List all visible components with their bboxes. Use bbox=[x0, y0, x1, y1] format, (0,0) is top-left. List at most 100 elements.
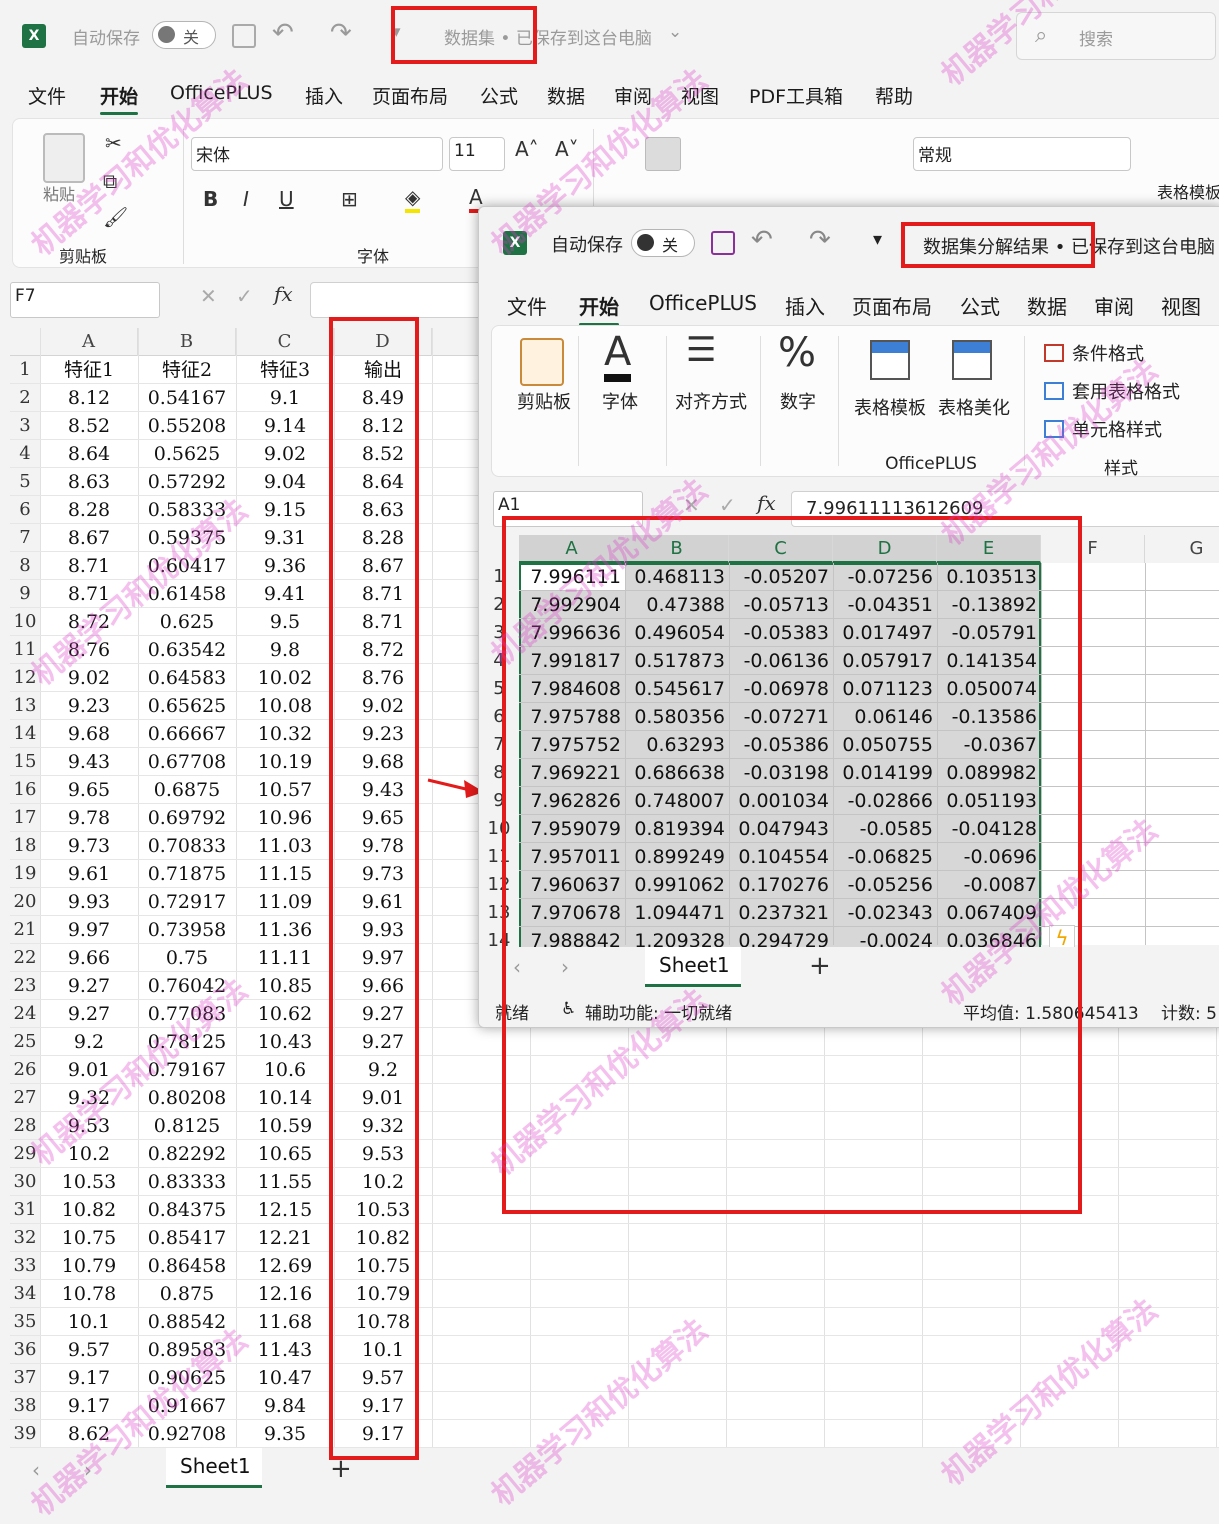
data-cell[interactable]: 9.14 bbox=[236, 412, 334, 440]
italic-icon[interactable]: I bbox=[243, 187, 249, 211]
data-cell[interactable]: 0.625 bbox=[138, 608, 236, 636]
data-cell[interactable]: 8.63 bbox=[334, 496, 432, 524]
data-cell[interactable]: 9.23 bbox=[40, 692, 138, 720]
data-cell[interactable]: 9.78 bbox=[334, 832, 432, 860]
data-cell[interactable]: -0.13892 bbox=[937, 591, 1041, 619]
row-header[interactable]: 6 bbox=[479, 703, 519, 731]
alignment-icon[interactable]: ☰ bbox=[686, 330, 716, 370]
align-center-button[interactable] bbox=[645, 137, 681, 171]
row-header[interactable]: 11 bbox=[479, 843, 519, 871]
data-cell[interactable]: 9.65 bbox=[40, 776, 138, 804]
data-cell[interactable]: -0.02343 bbox=[833, 899, 937, 927]
data-cell[interactable]: 0.79167 bbox=[138, 1056, 236, 1084]
data-cell[interactable]: 0.69792 bbox=[138, 804, 236, 832]
tab-prev-icon[interactable]: ‹ bbox=[32, 1458, 40, 1482]
row-header[interactable]: 2 bbox=[479, 591, 519, 619]
data-cell[interactable]: 0.75 bbox=[138, 944, 236, 972]
data-cell[interactable]: 0.70833 bbox=[138, 832, 236, 860]
add-sheet-button[interactable]: + bbox=[809, 951, 831, 981]
select-all-corner[interactable] bbox=[479, 535, 519, 563]
data-cell[interactable]: -0.07271 bbox=[729, 703, 833, 731]
data-cell[interactable]: 10.32 bbox=[236, 720, 334, 748]
table-beautify-button[interactable]: 表格美化 bbox=[932, 394, 1016, 420]
sheet-tab-sheet1[interactable]: Sheet1 bbox=[166, 1448, 262, 1488]
data-cell[interactable]: 11.03 bbox=[236, 832, 334, 860]
row-header[interactable]: 1 bbox=[10, 356, 40, 384]
data-cell[interactable]: 0.545617 bbox=[625, 675, 729, 703]
column-header-d[interactable]: D bbox=[833, 535, 937, 563]
data-cell[interactable]: 8.64 bbox=[40, 440, 138, 468]
data-cell[interactable]: 0.017497 bbox=[833, 619, 937, 647]
data-cell[interactable]: 8.63 bbox=[40, 468, 138, 496]
data-cell[interactable]: -0.06978 bbox=[729, 675, 833, 703]
data-cell[interactable]: 0.047943 bbox=[729, 815, 833, 843]
menu-help[interactable]: 帮助 bbox=[875, 82, 913, 109]
menu-officeplus[interactable]: OfficePLUS bbox=[649, 291, 757, 315]
data-cell[interactable]: 12.15 bbox=[236, 1196, 334, 1224]
row-header[interactable]: 17 bbox=[10, 804, 40, 832]
name-box[interactable]: F7 bbox=[10, 282, 160, 318]
data-cell[interactable]: 11.43 bbox=[236, 1336, 334, 1364]
data-cell[interactable]: 8.72 bbox=[334, 636, 432, 664]
row-header[interactable]: 7 bbox=[479, 731, 519, 759]
row-header[interactable]: 13 bbox=[10, 692, 40, 720]
data-cell[interactable]: 0.61458 bbox=[138, 580, 236, 608]
data-cell[interactable]: 0.050755 bbox=[833, 731, 937, 759]
data-cell[interactable]: 10.53 bbox=[40, 1168, 138, 1196]
data-cell[interactable]: 0.071123 bbox=[833, 675, 937, 703]
data-cell[interactable]: -0.05256 bbox=[833, 871, 937, 899]
function-icon[interactable]: fx bbox=[274, 282, 293, 306]
document-title[interactable]: 数据集 • 已保存到这台电脑 bbox=[444, 24, 652, 49]
row-header[interactable]: 33 bbox=[10, 1252, 40, 1280]
undo-icon[interactable]: ↶ bbox=[272, 18, 294, 48]
data-cell[interactable]: -0.0367 bbox=[937, 731, 1041, 759]
data-cell[interactable]: 0.496054 bbox=[625, 619, 729, 647]
data-cell[interactable]: 9.66 bbox=[334, 972, 432, 1000]
data-cell[interactable]: 0.089982 bbox=[937, 759, 1041, 787]
row-header[interactable]: 1 bbox=[479, 563, 519, 591]
data-cell[interactable]: 9.97 bbox=[40, 916, 138, 944]
name-box[interactable]: A1 bbox=[493, 491, 643, 527]
status-count[interactable]: 计数: 5 bbox=[1161, 999, 1217, 1024]
data-cell[interactable]: -0.05383 bbox=[729, 619, 833, 647]
number-icon[interactable]: % bbox=[778, 330, 816, 376]
column-header-e[interactable]: E bbox=[937, 535, 1041, 563]
menu-page-layout[interactable]: 页面布局 bbox=[852, 291, 932, 320]
cancel-icon[interactable]: ✕ bbox=[683, 493, 700, 517]
data-cell[interactable]: 9.23 bbox=[334, 720, 432, 748]
decrease-font-icon[interactable]: A˅ bbox=[555, 137, 579, 161]
row-header[interactable]: 38 bbox=[10, 1392, 40, 1420]
row-header[interactable]: 15 bbox=[10, 748, 40, 776]
data-cell[interactable]: 0.60417 bbox=[138, 552, 236, 580]
data-cell[interactable]: 8.52 bbox=[334, 440, 432, 468]
data-cell[interactable]: 0.875 bbox=[138, 1280, 236, 1308]
data-cell[interactable]: 10.2 bbox=[40, 1140, 138, 1168]
data-cell[interactable]: 0.001034 bbox=[729, 787, 833, 815]
row-header[interactable]: 35 bbox=[10, 1308, 40, 1336]
font-button[interactable]: 字体 bbox=[584, 388, 656, 414]
data-cell[interactable]: 0.89583 bbox=[138, 1336, 236, 1364]
row-header[interactable]: 4 bbox=[479, 647, 519, 675]
header-cell[interactable]: 特征1 bbox=[40, 356, 138, 384]
clipboard-icon[interactable] bbox=[520, 338, 564, 386]
function-icon[interactable]: fx bbox=[757, 491, 776, 515]
bold-icon[interactable]: B bbox=[203, 187, 218, 211]
data-cell[interactable]: 7.975752 bbox=[519, 731, 625, 759]
row-header[interactable]: 32 bbox=[10, 1224, 40, 1252]
menu-view[interactable]: 视图 bbox=[1161, 291, 1201, 320]
row-header[interactable]: 10 bbox=[479, 815, 519, 843]
data-cell[interactable]: 0.67708 bbox=[138, 748, 236, 776]
menu-insert[interactable]: 插入 bbox=[305, 82, 343, 109]
data-cell[interactable]: 8.71 bbox=[334, 608, 432, 636]
menu-pdf-tools[interactable]: PDF工具箱 bbox=[749, 82, 843, 109]
data-cell[interactable]: 10.1 bbox=[40, 1308, 138, 1336]
data-cell[interactable]: 8.28 bbox=[334, 524, 432, 552]
data-cell[interactable]: 0.65625 bbox=[138, 692, 236, 720]
cancel-icon[interactable]: ✕ bbox=[200, 284, 217, 308]
data-cell[interactable]: 0.63542 bbox=[138, 636, 236, 664]
data-cell[interactable]: 0.517873 bbox=[625, 647, 729, 675]
font-icon[interactable]: A bbox=[604, 330, 632, 382]
data-cell[interactable]: 0.77083 bbox=[138, 1000, 236, 1028]
document-title[interactable]: 数据集分解结果 • 已保存到这台电脑 bbox=[923, 233, 1215, 259]
data-cell[interactable]: -0.05713 bbox=[729, 591, 833, 619]
